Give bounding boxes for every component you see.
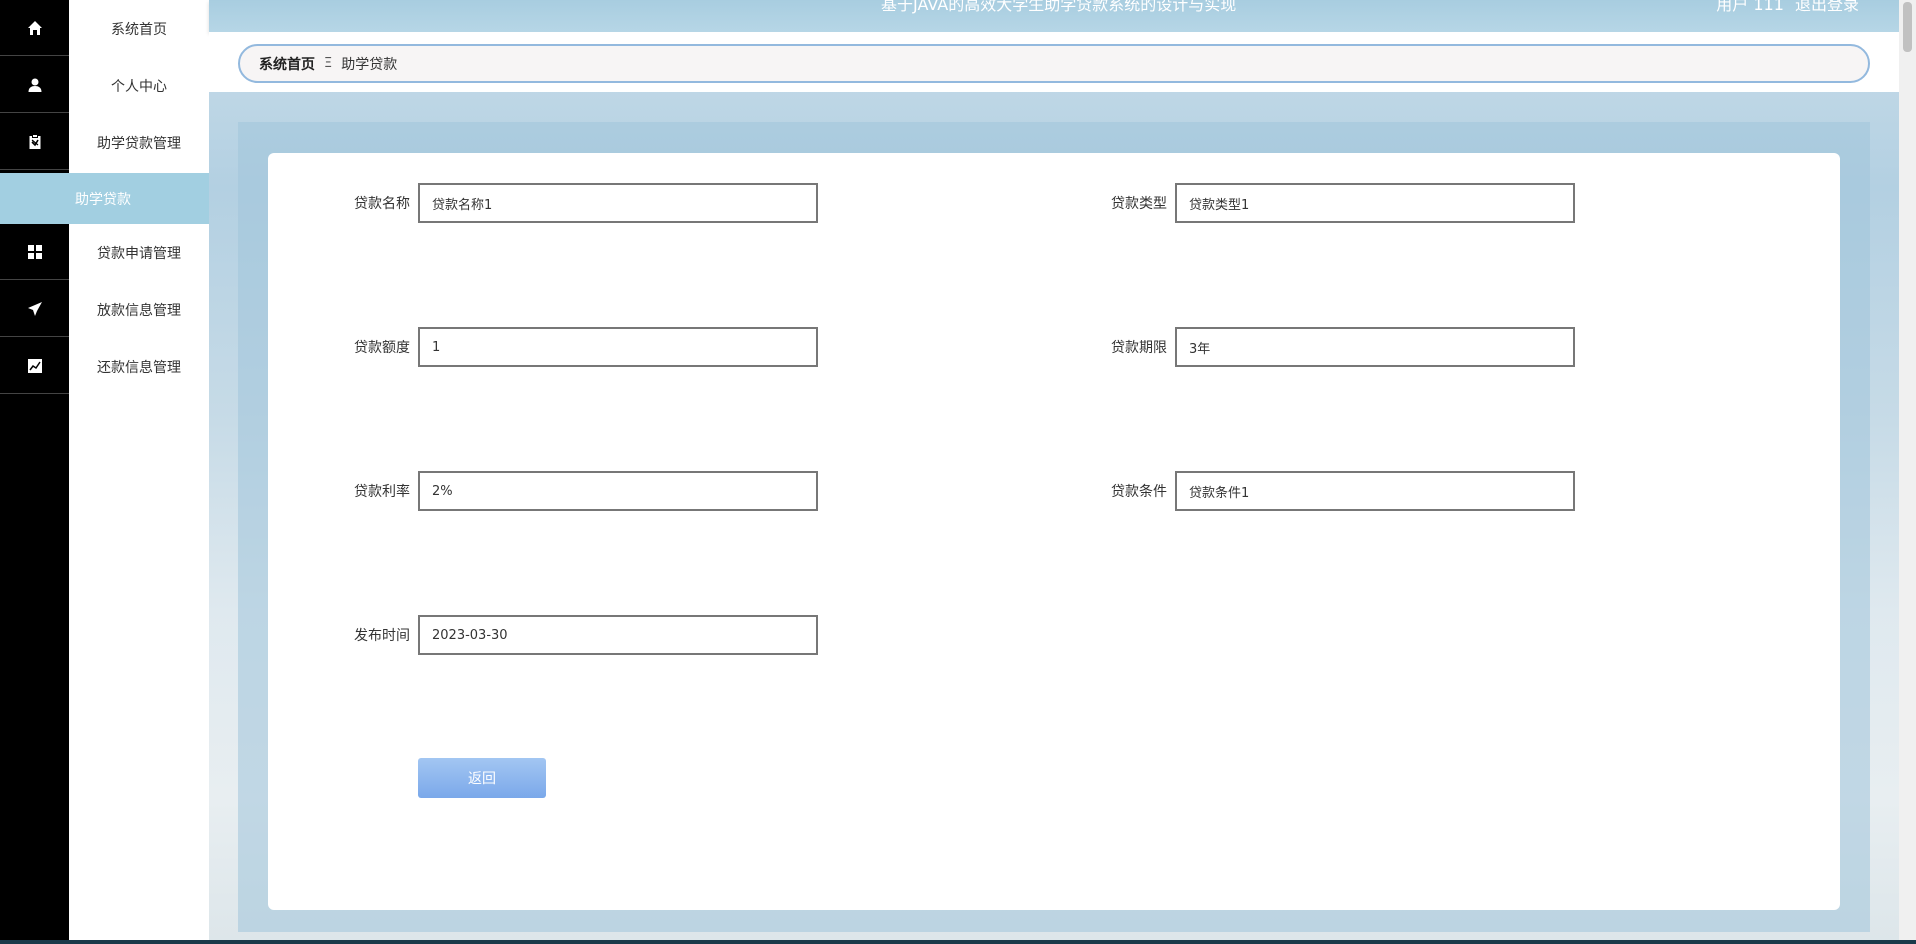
sidebar-item-label: 个人中心 [111, 78, 167, 95]
sidebar: 系统首页 个人中心 助学贷款管理 助学贷款 贷款申请管理 放款信息管理 还款信息… [0, 0, 209, 940]
publish-time-field[interactable] [418, 615, 818, 655]
chart-icon [0, 338, 69, 394]
sidebar-item-disbursement-management[interactable]: 放款信息管理 [0, 281, 209, 338]
sidebar-item-repayment-management[interactable]: 还款信息管理 [0, 338, 209, 395]
sidebar-item-label: 系统首页 [111, 21, 167, 38]
loan-amount-label: 贷款额度 [354, 340, 410, 356]
loan-condition-field[interactable] [1175, 471, 1575, 511]
app-title: 基于JAVA的高效大学生助学贷款系统的设计与实现 [881, 0, 1237, 14]
page-scrollbar[interactable] [1899, 0, 1916, 940]
grid-icon [0, 224, 69, 280]
sidebar-item-label: 放款信息管理 [97, 302, 181, 319]
breadcrumb-current: 助学贷款 [341, 56, 398, 73]
sidebar-item-application-management[interactable]: 贷款申请管理 [0, 224, 209, 281]
publish-time-label: 发布时间 [354, 628, 410, 644]
sidebar-item-home[interactable]: 系统首页 [0, 0, 209, 57]
sidebar-item-profile[interactable]: 个人中心 [0, 57, 209, 114]
breadcrumb: 系统首页 Ξ 助学贷款 [238, 44, 1870, 83]
scrollbar-thumb[interactable] [1903, 2, 1912, 52]
sidebar-item-loan-management[interactable]: 助学贷款管理 [0, 114, 209, 171]
loan-type-label: 贷款类型 [1111, 196, 1167, 212]
sidebar-item-label: 还款信息管理 [97, 359, 181, 376]
clipboard-icon [0, 114, 69, 170]
bottom-edge [0, 940, 1916, 944]
loan-name-label: 贷款名称 [354, 196, 410, 212]
user-name: 用户 111 [1716, 0, 1784, 14]
loan-name-field[interactable] [418, 183, 818, 223]
breadcrumb-home[interactable]: 系统首页 [259, 54, 315, 74]
user-icon [0, 57, 69, 113]
sidebar-subitem-student-loan[interactable]: 助学贷款 [0, 173, 209, 224]
send-icon [0, 281, 69, 337]
sidebar-item-label: 助学贷款管理 [97, 135, 181, 152]
loan-rate-field[interactable] [418, 471, 818, 511]
logout-link[interactable]: 退出登录 [1795, 0, 1859, 14]
home-icon [0, 0, 69, 56]
loan-term-field[interactable] [1175, 327, 1575, 367]
loan-amount-field[interactable] [418, 327, 818, 367]
loan-type-field[interactable] [1175, 183, 1575, 223]
top-header: 基于JAVA的高效大学生助学贷款系统的设计与实现 用户 111 退出登录 [209, 0, 1899, 32]
sidebar-subitem-label: 助学贷款 [75, 191, 131, 208]
loan-rate-label: 贷款利率 [354, 484, 410, 500]
loan-condition-label: 贷款条件 [1111, 484, 1167, 500]
loan-term-label: 贷款期限 [1111, 340, 1167, 356]
user-area: 用户 111 退出登录 [1716, 0, 1859, 15]
sidebar-item-label: 贷款申请管理 [97, 245, 181, 262]
breadcrumb-separator-icon: Ξ [324, 56, 333, 71]
back-button[interactable]: 返回 [418, 758, 546, 798]
